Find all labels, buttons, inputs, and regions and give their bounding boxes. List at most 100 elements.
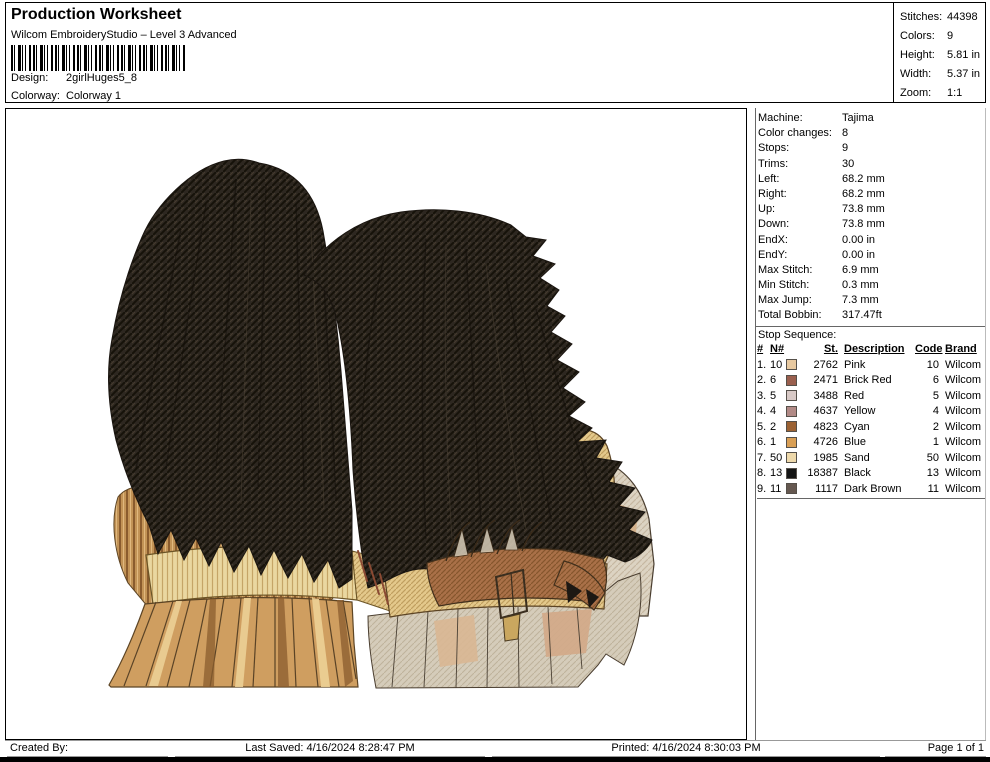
swatch-cell: [786, 451, 801, 467]
page-title: Production Worksheet: [11, 6, 182, 23]
stitch-count: 1985: [813, 451, 838, 464]
info-value: 7.3 mm: [842, 294, 879, 307]
design-canvas: [108, 158, 655, 689]
footer: Created By: Last Saved: 4/16/2024 8:28:4…: [5, 740, 986, 758]
thread-number: 50: [770, 451, 783, 464]
stop-sequence-row: 6. 1 4726 Blue 1 Wilcom: [757, 435, 985, 451]
production-worksheet-page: Production Worksheet Wilcom EmbroiderySt…: [0, 0, 990, 762]
info-value: 0.00 in: [842, 248, 876, 261]
thread-brand: Wilcom: [945, 389, 982, 402]
thread-number: 5: [770, 389, 777, 402]
info-label: Trims:: [758, 157, 789, 170]
thread-color-swatch: [786, 374, 797, 386]
info-label: Min Stitch:: [758, 279, 810, 292]
machine-info-list: Machine: Tajima Color changes: 8 Stops: 9 T…: [758, 111, 985, 324]
stitch-count: 1117: [815, 482, 838, 495]
info-row: Up: 73.8 mm: [758, 202, 985, 217]
thread-description: Pink: [844, 358, 866, 371]
stitch-count: 3488: [813, 389, 838, 402]
info-value: 68.2 mm: [842, 172, 885, 185]
info-row: Total Bobbin: 317.47ft: [758, 308, 985, 323]
thread-number: 13: [770, 467, 783, 480]
stat-value: 5.81 in: [947, 49, 981, 61]
stat-row: Zoom: 1:1: [900, 84, 985, 103]
stat-value: 44398: [947, 11, 978, 23]
stop-sequence-row: 8. 13 18387 Black 13 Wilcom: [757, 466, 985, 482]
stop-sequence-row: 4. 4 4637 Yellow 4 Wilcom: [757, 404, 985, 420]
thread-description: Dark Brown: [844, 482, 902, 495]
thread-number: 11: [770, 482, 782, 495]
info-row: Max Jump: 7.3 mm: [758, 293, 985, 308]
info-label: Max Jump:: [758, 294, 812, 307]
stat-row: Colors: 9: [900, 27, 985, 46]
thread-description: Yellow: [844, 405, 876, 418]
thread-number: 1: [770, 436, 777, 449]
thread-code: 2: [932, 420, 939, 433]
right-girl-hair: [303, 209, 653, 589]
row-num: 2.: [757, 374, 767, 387]
col-brand: Brand: [945, 343, 977, 356]
stitch-count: 18387: [807, 467, 838, 480]
printed: Printed: 4/16/2024 8:30:03 PM: [492, 741, 880, 757]
stop-sequence-title: Stop Sequence:: [758, 328, 837, 341]
col-n: N#: [770, 343, 785, 356]
design-value: 2girlHuges5_8: [66, 72, 137, 84]
thread-brand: Wilcom: [945, 467, 982, 480]
info-row: Machine: Tajima: [758, 111, 985, 126]
thread-color-swatch: [786, 483, 797, 495]
stat-value: 1:1: [947, 87, 963, 99]
thread-description: Red: [844, 389, 865, 402]
info-label: EndY:: [758, 248, 788, 261]
thread-color-swatch: [786, 390, 797, 402]
thread-description: Brick Red: [844, 374, 892, 387]
row-num: 9.: [757, 482, 767, 495]
thread-color-swatch: [786, 405, 797, 417]
thread-number: 6: [770, 374, 777, 387]
stat-row: Width: 5.37 in: [900, 65, 985, 84]
info-row: Color changes: 8: [758, 126, 985, 141]
swatch-cell: [786, 466, 801, 482]
thread-description: Blue: [844, 436, 867, 449]
thread-number: 4: [770, 405, 777, 418]
thread-number: 10: [770, 358, 783, 371]
colorway-row: Colorway: Colorway 1: [11, 90, 121, 102]
info-label: Right:: [758, 187, 787, 200]
swatch-cell: [786, 435, 801, 451]
info-label: Left:: [758, 172, 780, 185]
stop-sequence-row: 1. 10 2762 Pink 10 Wilcom: [757, 358, 985, 374]
thread-brand: Wilcom: [945, 374, 982, 387]
row-num: 1.: [757, 358, 767, 371]
stop-sequence-row: 3. 5 3488 Red 5 Wilcom: [757, 389, 985, 405]
thread-brand: Wilcom: [945, 436, 982, 449]
stop-sequence-table: # N# St. Description Code Brand 1. 10 27…: [757, 343, 985, 500]
info-label: Down:: [758, 218, 790, 231]
thread-description: Cyan: [844, 420, 870, 433]
row-num: 4.: [757, 405, 767, 418]
info-value: 30: [842, 157, 855, 170]
swatch-cell: [786, 482, 801, 498]
stitch-count: 4637: [813, 405, 838, 418]
design-row: Design: 2girlHuges5_8: [11, 72, 137, 84]
info-row: Right: 68.2 mm: [758, 187, 985, 202]
thread-brand: Wilcom: [945, 420, 982, 433]
thread-code: 4: [932, 405, 939, 418]
thread-brand: Wilcom: [945, 451, 982, 464]
stat-row: Height: 5.81 in: [900, 46, 985, 65]
info-row: Min Stitch: 0.3 mm: [758, 278, 985, 293]
info-value: 0.3 mm: [842, 279, 879, 292]
stitch-count: 2762: [813, 358, 838, 371]
thread-number: 2: [770, 420, 777, 433]
stitch-count: 2471: [813, 374, 838, 387]
stop-sequence-row: 7. 50 1985 Sand 50 Wilcom: [757, 451, 985, 467]
thread-color-swatch: [786, 452, 797, 464]
swatch-cell: [786, 420, 801, 436]
info-value: Tajima: [842, 112, 874, 124]
thread-code: 1: [932, 436, 939, 449]
col-st: St.: [823, 343, 838, 356]
swatch-cell: [786, 389, 801, 405]
thread-description: Black: [844, 467, 871, 480]
design-stats-box: Stitches: 44398 Colors: 9 Height: 5.81 in W…: [893, 3, 985, 102]
left-girl-skirt: [108, 596, 359, 688]
row-num: 7.: [757, 451, 767, 464]
row-num: 5.: [757, 420, 767, 433]
